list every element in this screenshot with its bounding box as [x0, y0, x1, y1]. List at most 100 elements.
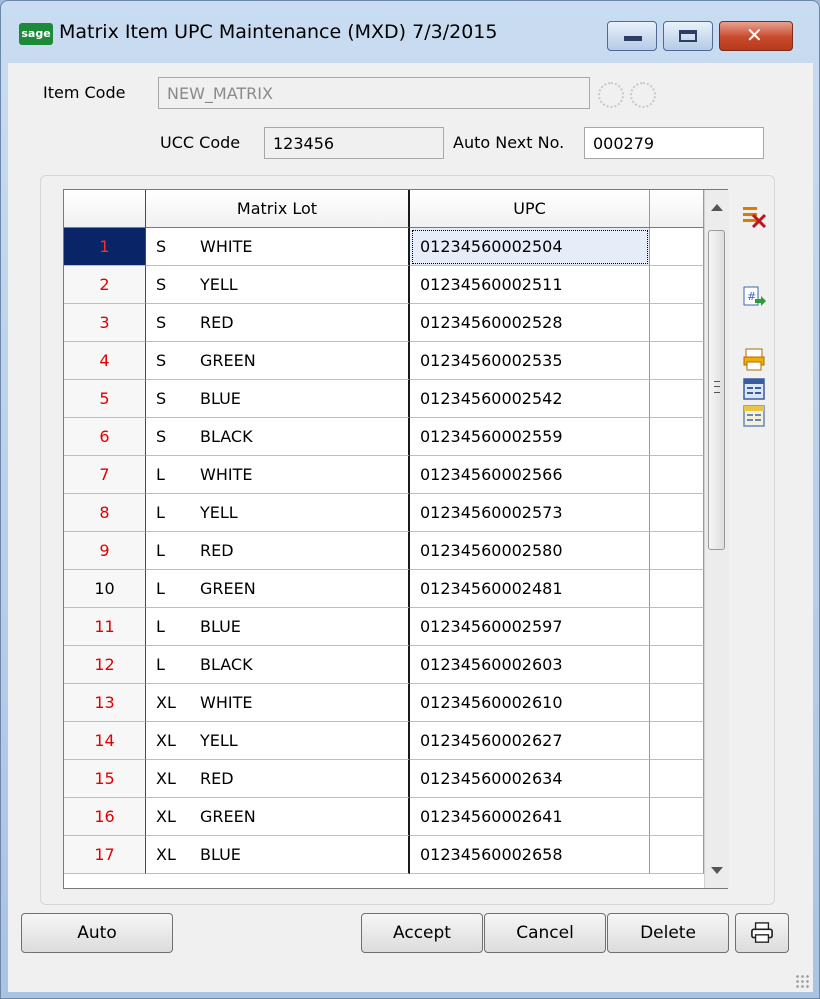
lot-color: GREEN [200, 807, 256, 826]
renumber-icon[interactable]: # [741, 285, 767, 309]
matrix-lot-header[interactable]: Matrix Lot [146, 190, 410, 228]
row-number[interactable]: 1 [64, 228, 146, 266]
lot-size: S [156, 389, 167, 408]
matrix-lot-cell[interactable]: S BLACK [146, 418, 410, 456]
row-number[interactable]: 14 [64, 722, 146, 760]
upc-cell[interactable]: 01234560002597 [410, 608, 650, 646]
row-number[interactable]: 7 [64, 456, 146, 494]
matrix-lot-cell[interactable]: XL GREEN [146, 798, 410, 836]
auto-next-field[interactable]: 000279 [584, 127, 764, 159]
table-row[interactable]: 4 S GREEN 01234560002535 [64, 342, 704, 380]
row-number[interactable]: 13 [64, 684, 146, 722]
matrix-lot-cell[interactable]: S BLUE [146, 380, 410, 418]
item-lookup-alt-icon [630, 82, 656, 108]
table-row[interactable]: 1 S WHITE 01234560002504 [64, 228, 704, 266]
blank-cell [650, 646, 704, 684]
accept-button[interactable]: Accept [361, 913, 483, 953]
scroll-up-icon[interactable] [711, 204, 723, 211]
matrix-lot-cell[interactable]: XL RED [146, 760, 410, 798]
blank-cell [650, 418, 704, 456]
delete-button[interactable]: Delete [607, 913, 729, 953]
upc-cell[interactable]: 01234560002580 [410, 532, 650, 570]
upc-cell[interactable]: 01234560002481 [410, 570, 650, 608]
upc-cell[interactable]: 01234560002641 [410, 798, 650, 836]
print-button[interactable] [735, 913, 789, 953]
upc-cell[interactable]: 01234560002542 [410, 380, 650, 418]
minimize-button[interactable] [607, 21, 657, 51]
matrix-lot-cell[interactable]: L BLACK [146, 646, 410, 684]
maximize-button[interactable] [663, 21, 713, 51]
table-row[interactable]: 12 L BLACK 01234560002603 [64, 646, 704, 684]
resize-grip-icon[interactable] [795, 974, 809, 988]
row-number[interactable]: 5 [64, 380, 146, 418]
table-row[interactable]: 6 S BLACK 01234560002559 [64, 418, 704, 456]
print-icon[interactable] [741, 348, 767, 372]
title-bar[interactable]: sage Matrix Item UPC Maintenance (MXD) 7… [1, 1, 819, 63]
table-row[interactable]: 16 XL GREEN 01234560002641 [64, 798, 704, 836]
table-row[interactable]: 14 XL YELL 01234560002627 [64, 722, 704, 760]
lot-color: BLUE [200, 617, 241, 636]
matrix-lot-cell[interactable]: XL WHITE [146, 684, 410, 722]
matrix-lot-cell[interactable]: S RED [146, 304, 410, 342]
upc-cell[interactable]: 01234560002610 [410, 684, 650, 722]
auto-button[interactable]: Auto [21, 913, 173, 953]
upc-cell[interactable]: 01234560002528 [410, 304, 650, 342]
cancel-button[interactable]: Cancel [484, 913, 606, 953]
row-number[interactable]: 4 [64, 342, 146, 380]
grid-settings-icon[interactable] [741, 377, 767, 401]
matrix-lot-cell[interactable]: S GREEN [146, 342, 410, 380]
delete-line-icon[interactable] [741, 204, 767, 228]
row-number[interactable]: 2 [64, 266, 146, 304]
row-number[interactable]: 15 [64, 760, 146, 798]
row-number[interactable]: 11 [64, 608, 146, 646]
scroll-thumb[interactable] [708, 230, 725, 550]
upc-cell[interactable]: 01234560002559 [410, 418, 650, 456]
matrix-lot-cell[interactable]: L BLUE [146, 608, 410, 646]
table-row[interactable]: 13 XL WHITE 01234560002610 [64, 684, 704, 722]
matrix-lot-cell[interactable]: L RED [146, 532, 410, 570]
lot-color: WHITE [200, 465, 253, 484]
upc-header[interactable]: UPC [410, 190, 650, 228]
matrix-lot-cell[interactable]: L WHITE [146, 456, 410, 494]
table-row[interactable]: 15 XL RED 01234560002634 [64, 760, 704, 798]
row-number[interactable]: 10 [64, 570, 146, 608]
upc-cell[interactable]: 01234560002511 [410, 266, 650, 304]
close-button[interactable]: ✕ [719, 21, 793, 51]
row-number[interactable]: 3 [64, 304, 146, 342]
table-row[interactable]: 9 L RED 01234560002580 [64, 532, 704, 570]
matrix-lot-cell[interactable]: XL BLUE [146, 836, 410, 874]
upc-cell[interactable]: 01234560002627 [410, 722, 650, 760]
table-row[interactable]: 5 S BLUE 01234560002542 [64, 380, 704, 418]
matrix-lot-cell[interactable]: XL YELL [146, 722, 410, 760]
upc-cell[interactable]: 01234560002504 [410, 228, 650, 266]
row-number[interactable]: 6 [64, 418, 146, 456]
table-row[interactable]: 8 L YELL 01234560002573 [64, 494, 704, 532]
row-number[interactable]: 16 [64, 798, 146, 836]
table-row[interactable]: 7 L WHITE 01234560002566 [64, 456, 704, 494]
upc-cell[interactable]: 01234560002658 [410, 836, 650, 874]
row-number[interactable]: 8 [64, 494, 146, 532]
matrix-lot-cell[interactable]: S WHITE [146, 228, 410, 266]
table-row[interactable]: 11 L BLUE 01234560002597 [64, 608, 704, 646]
upc-cell[interactable]: 01234560002573 [410, 494, 650, 532]
upc-grid[interactable]: Matrix Lot UPC 1 S WHITE 01234560002504 2 S YE… [63, 189, 729, 889]
row-number[interactable]: 17 [64, 836, 146, 874]
table-row[interactable]: 10 L GREEN 01234560002481 [64, 570, 704, 608]
matrix-lot-cell[interactable]: L YELL [146, 494, 410, 532]
row-number[interactable]: 12 [64, 646, 146, 684]
scroll-down-icon[interactable] [711, 867, 723, 874]
upc-cell[interactable]: 01234560002535 [410, 342, 650, 380]
grid-default-icon[interactable] [741, 404, 767, 428]
row-number[interactable]: 9 [64, 532, 146, 570]
table-row[interactable]: 3 S RED 01234560002528 [64, 304, 704, 342]
auto-button-label: Auto [77, 923, 117, 943]
matrix-lot-cell[interactable]: L GREEN [146, 570, 410, 608]
upc-cell[interactable]: 01234560002634 [410, 760, 650, 798]
table-row[interactable]: 2 S YELL 01234560002511 [64, 266, 704, 304]
grid-scrollbar[interactable] [704, 190, 729, 888]
upc-cell[interactable]: 01234560002566 [410, 456, 650, 494]
lot-color: RED [200, 769, 234, 788]
matrix-lot-cell[interactable]: S YELL [146, 266, 410, 304]
table-row[interactable]: 17 XL BLUE 01234560002658 [64, 836, 704, 874]
upc-cell[interactable]: 01234560002603 [410, 646, 650, 684]
